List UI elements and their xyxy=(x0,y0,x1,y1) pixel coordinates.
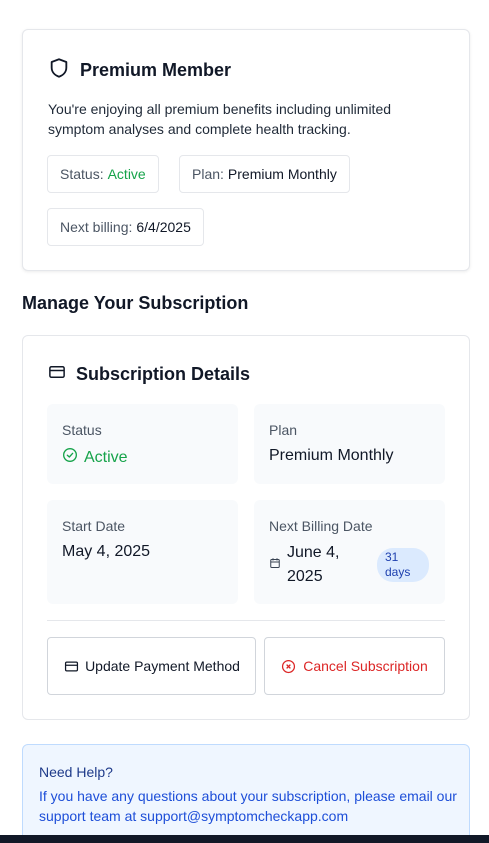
help-text: If you have any questions about your sub… xyxy=(39,788,457,824)
next-billing-value: June 4, 2025 xyxy=(287,544,340,585)
help-box: Need Help? If you have any questions abo… xyxy=(22,744,470,843)
start-date-value: May 4, 2025 xyxy=(62,543,151,560)
update-payment-method-label: Update Payment Method xyxy=(85,658,240,674)
premium-description: You're enjoying all premium benefits inc… xyxy=(48,101,392,137)
check-circle-icon xyxy=(62,447,78,468)
calendar-icon xyxy=(269,556,281,574)
premium-header: Premium Member xyxy=(48,57,231,84)
cancel-subscription-button[interactable]: Cancel Subscription xyxy=(264,637,445,695)
plan-tile-value: Premium Monthly xyxy=(269,447,394,464)
plan-tile-label: Plan xyxy=(269,422,298,438)
plan-tile: Plan Premium Monthly xyxy=(254,404,445,484)
next-billing-tile: Next Billing Date June 4, 2025 31 days xyxy=(254,500,445,604)
plan-pill-label: Plan: xyxy=(192,166,224,182)
details-title: Subscription Details xyxy=(76,364,251,384)
bottom-bar xyxy=(0,835,489,843)
details-header: Subscription Details xyxy=(48,363,250,386)
status-tile-value-row: Active xyxy=(62,447,128,468)
status-tile-label: Status xyxy=(62,422,102,438)
start-date-tile: Start Date May 4, 2025 xyxy=(47,500,238,604)
plan-pill: Plan: Premium Monthly xyxy=(179,155,350,193)
shield-icon xyxy=(48,57,70,84)
status-pill: Status: Active xyxy=(47,155,159,193)
manage-subscription-heading: Manage Your Subscription xyxy=(22,293,249,313)
status-pill-value: Active xyxy=(107,166,146,182)
premium-title: Premium Member xyxy=(80,60,232,80)
credit-card-icon xyxy=(48,363,66,386)
days-remaining-badge: 31 days xyxy=(377,548,429,582)
next-billing-pill-label: Next billing: xyxy=(60,219,133,235)
cancel-subscription-label: Cancel Subscription xyxy=(303,658,428,674)
next-billing-pill-value: 6/4/2025 xyxy=(136,219,191,235)
plan-pill-value: Premium Monthly xyxy=(227,166,337,182)
next-billing-label: Next Billing Date xyxy=(269,518,373,534)
status-tile-value: Active xyxy=(84,448,128,466)
next-billing-value-row: June 4, 2025 31 days xyxy=(269,541,429,589)
status-pill-label: Status: xyxy=(60,166,104,182)
status-tile: Status Active xyxy=(47,404,238,484)
next-billing-pill: Next billing: 6/4/2025 xyxy=(47,208,204,246)
start-date-label: Start Date xyxy=(62,518,126,534)
premium-member-card: Premium Member You're enjoying all premi… xyxy=(22,29,470,271)
subscription-details-card: Subscription Details Status Active Plan … xyxy=(22,335,470,720)
update-payment-method-button[interactable]: Update Payment Method xyxy=(47,637,256,695)
help-title: Need Help? xyxy=(39,764,113,780)
divider xyxy=(47,620,445,621)
